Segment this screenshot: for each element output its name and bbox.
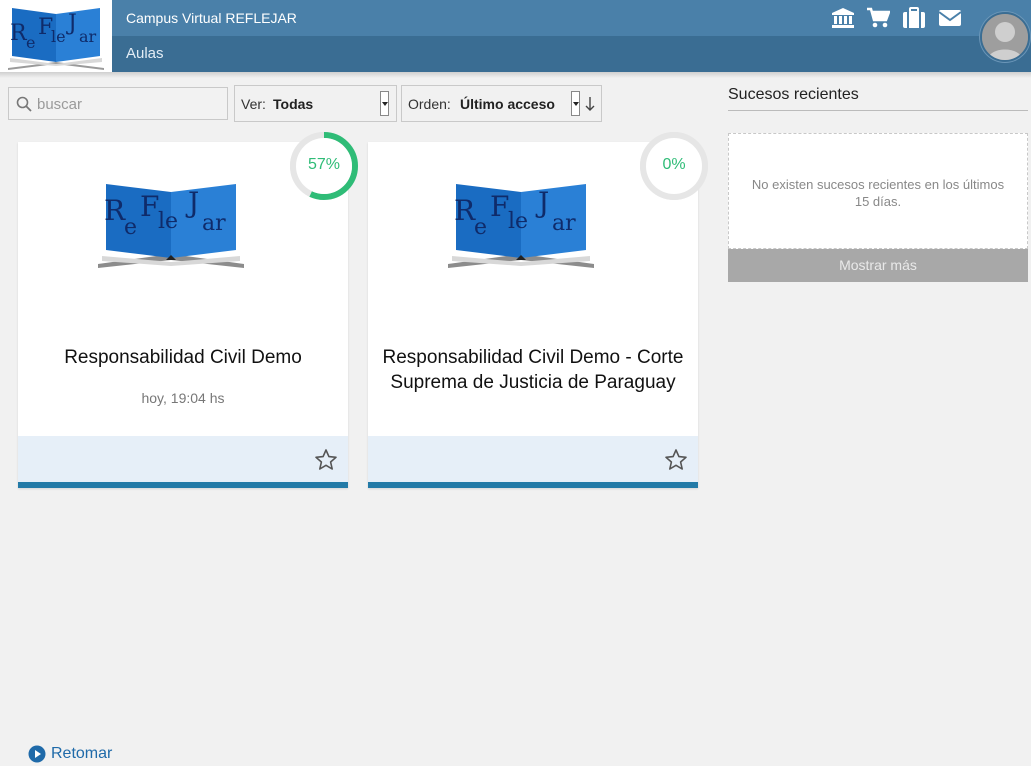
card-bottom-bar xyxy=(18,482,348,488)
svg-text:le: le xyxy=(51,27,66,46)
search-icon xyxy=(16,96,32,112)
card-bottom-bar xyxy=(368,482,698,488)
svg-text:le: le xyxy=(508,209,528,234)
progress-percent: 0% xyxy=(662,156,686,173)
top-header: R e F le J ar Campus Virtual REFLEJAR Au… xyxy=(0,0,1031,72)
ver-value: Todas xyxy=(273,96,314,112)
svg-text:ar: ar xyxy=(552,211,576,236)
svg-text:J: J xyxy=(185,186,199,219)
play-circle-icon xyxy=(28,745,46,763)
divider xyxy=(728,110,1028,111)
svg-text:e: e xyxy=(26,33,35,52)
svg-text:J: J xyxy=(535,186,549,219)
orden-select[interactable]: Orden: Último acceso xyxy=(401,85,602,122)
chevron-down-icon xyxy=(571,91,580,116)
briefcase-icon[interactable] xyxy=(902,7,926,29)
recent-events-title: Sucesos recientes xyxy=(728,86,859,103)
user-avatar[interactable] xyxy=(980,12,1030,62)
svg-text:F: F xyxy=(490,190,509,223)
header-shadow xyxy=(0,72,1031,78)
course-title[interactable]: Responsabilidad Civil Demo xyxy=(28,345,338,370)
star-icon[interactable] xyxy=(314,448,338,472)
course-card[interactable]: R e F le J ar 0% Responsabilidad Civil D… xyxy=(368,132,708,488)
cart-icon[interactable] xyxy=(866,7,891,29)
orden-label: Orden: xyxy=(408,96,451,112)
empty-message: No existen sucesos recientes en los últi… xyxy=(751,177,1005,209)
progress-ring: 57% xyxy=(290,132,358,200)
star-icon[interactable] xyxy=(664,448,688,472)
search-placeholder: buscar xyxy=(37,96,83,113)
section-title: Aulas xyxy=(126,45,164,62)
card-footer: Retomar xyxy=(18,436,348,763)
bank-icon[interactable] xyxy=(831,7,855,29)
show-more-button[interactable]: Mostrar más xyxy=(728,249,1028,282)
resume-label: Retomar xyxy=(51,745,113,762)
course-logo: R e F le J ar xyxy=(96,178,246,274)
resume-button[interactable]: Retomar xyxy=(28,742,112,766)
svg-text:le: le xyxy=(158,209,178,234)
svg-text:R: R xyxy=(104,194,126,227)
chevron-down-icon xyxy=(380,91,389,116)
svg-text:R: R xyxy=(454,194,476,227)
ver-select[interactable]: Ver: Todas xyxy=(234,85,397,122)
orden-value: Último acceso xyxy=(460,96,555,112)
svg-text:ar: ar xyxy=(79,27,97,46)
site-logo[interactable]: R e F le J ar xyxy=(0,0,112,72)
svg-text:ar: ar xyxy=(202,211,226,236)
svg-text:J: J xyxy=(66,11,77,36)
card-footer xyxy=(368,436,698,482)
course-logo: R e F le J ar xyxy=(446,178,596,274)
progress-ring: 0% xyxy=(640,132,708,200)
course-title[interactable]: Responsabilidad Civil Demo - Corte Supre… xyxy=(378,345,688,395)
ver-label: Ver: xyxy=(241,96,266,112)
sort-direction-icon[interactable] xyxy=(584,96,596,112)
svg-text:e: e xyxy=(124,215,137,240)
progress-percent: 57% xyxy=(307,156,341,173)
last-access-time: hoy, 19:04 hs xyxy=(141,390,225,406)
search-input[interactable]: buscar xyxy=(8,87,228,120)
recent-events-panel: No existen sucesos recientes en los últi… xyxy=(728,133,1028,249)
svg-text:e: e xyxy=(474,215,487,240)
mail-icon[interactable] xyxy=(938,7,962,29)
course-card[interactable]: R e F le J ar 57% Responsabilidad Civil … xyxy=(18,132,358,763)
site-title[interactable]: Campus Virtual REFLEJAR xyxy=(126,10,297,26)
svg-text:F: F xyxy=(140,190,159,223)
